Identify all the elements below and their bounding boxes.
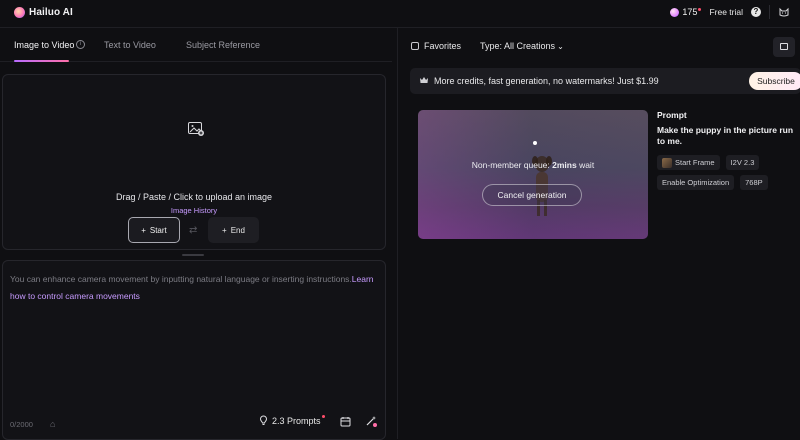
prompts-label: 2.3 Prompts	[272, 415, 321, 426]
mode-tabs: Image to Video i Text to Video Subject R…	[0, 28, 392, 62]
cancel-generation-button[interactable]: Cancel generation	[482, 184, 582, 206]
resize-handle[interactable]	[182, 254, 204, 256]
promo-banner: More credits, fast generation, no waterm…	[410, 68, 800, 94]
end-frame-button[interactable]: + End	[208, 217, 259, 243]
crown-icon	[420, 77, 428, 83]
avatar-icon[interactable]	[778, 6, 790, 18]
promo-text: More credits, fast generation, no waterm…	[434, 76, 659, 86]
loading-indicator	[533, 141, 537, 145]
queue-status: Non-member queue: 2mins wait	[471, 160, 595, 170]
layout-toggle-button[interactable]	[773, 37, 795, 57]
subscribe-button[interactable]: Subscribe	[749, 72, 800, 90]
queue-wait-time: 2mins	[552, 160, 577, 170]
type-filter[interactable]: Type: All Creations ⌄	[480, 41, 564, 51]
start-frame-chip[interactable]: Start Frame	[657, 155, 720, 170]
credits-count: 175	[682, 7, 698, 17]
character-count: 0/2000	[10, 420, 33, 429]
prompt-placeholder: You can enhance camera movement by input…	[10, 271, 382, 305]
start-frame-button[interactable]: + Start	[128, 217, 180, 243]
prompt-text: Make the puppy in the picture run to me.	[657, 125, 794, 146]
divider	[769, 5, 770, 19]
type-value: All Creations	[504, 41, 556, 51]
model-chip: I2V 2.3	[725, 155, 760, 170]
app-logo[interactable]: Hailuo AI	[14, 7, 73, 18]
favorites-checkbox[interactable]	[411, 42, 419, 50]
gallery-panel: Favorites Type: All Creations ⌄ More cred…	[397, 28, 800, 439]
chevron-down-icon: ⌄	[557, 42, 564, 51]
tab-image-to-video[interactable]: Image to Video	[14, 40, 74, 50]
clear-icon[interactable]: ⌂	[50, 419, 59, 429]
notification-dot	[698, 7, 702, 11]
filter-bar: Favorites Type: All Creations ⌄	[398, 28, 800, 62]
generation-details: Prompt Make the puppy in the picture run…	[657, 110, 799, 190]
credits-badge[interactable]: 175	[670, 7, 702, 17]
header-actions: 175 Free trial ?	[670, 5, 790, 19]
favorites-label[interactable]: Favorites	[424, 41, 461, 51]
help-icon[interactable]: ?	[751, 7, 761, 17]
info-icon[interactable]: i	[76, 40, 85, 49]
type-label: Type:	[480, 41, 503, 51]
prompt-input-area[interactable]: You can enhance camera movement by input…	[2, 260, 386, 440]
end-label: End	[230, 225, 245, 235]
creation-panel: Image to Video i Text to Video Subject R…	[0, 28, 392, 440]
magic-optimize-icon[interactable]	[365, 415, 377, 427]
free-trial-button[interactable]: Free trial	[709, 7, 743, 17]
start-frame-thumbnail	[662, 157, 672, 168]
resolution-chip: 768P	[740, 175, 768, 190]
tab-text-to-video[interactable]: Text to Video	[104, 40, 156, 50]
plus-icon: +	[141, 225, 146, 235]
notification-dot	[321, 415, 325, 418]
image-upload-icon	[188, 122, 204, 136]
generation-preview[interactable]: Non-member queue: 2mins wait Cancel gene…	[418, 110, 648, 239]
logo-icon	[14, 7, 25, 18]
preset-icon[interactable]	[340, 416, 351, 427]
start-label: Start	[149, 225, 167, 235]
generation-tags: Start Frame I2V 2.3 Enable Optimization …	[657, 155, 799, 190]
app-name: Hailuo AI	[29, 7, 73, 18]
tab-subject-reference[interactable]: Subject Reference	[186, 40, 260, 50]
active-tab-indicator	[14, 60, 69, 62]
bulb-icon	[259, 415, 268, 425]
swap-icon[interactable]: ⇄	[189, 225, 197, 236]
prompts-button[interactable]: 2.3 Prompts	[259, 415, 325, 426]
optimization-chip: Enable Optimization	[657, 175, 735, 190]
placeholder-text: You can enhance camera movement by input…	[10, 274, 352, 284]
layout-icon	[780, 43, 788, 50]
plus-icon: +	[222, 225, 227, 235]
upload-instruction: Drag / Paste / Click to upload an image	[115, 192, 273, 202]
top-bar: Hailuo AI 175 Free trial ?	[0, 0, 800, 28]
image-history-link[interactable]: Image History	[3, 206, 385, 215]
prompt-heading: Prompt	[657, 110, 687, 120]
gem-icon	[670, 7, 680, 17]
image-upload-area[interactable]: Drag / Paste / Click to upload an image …	[2, 74, 386, 250]
